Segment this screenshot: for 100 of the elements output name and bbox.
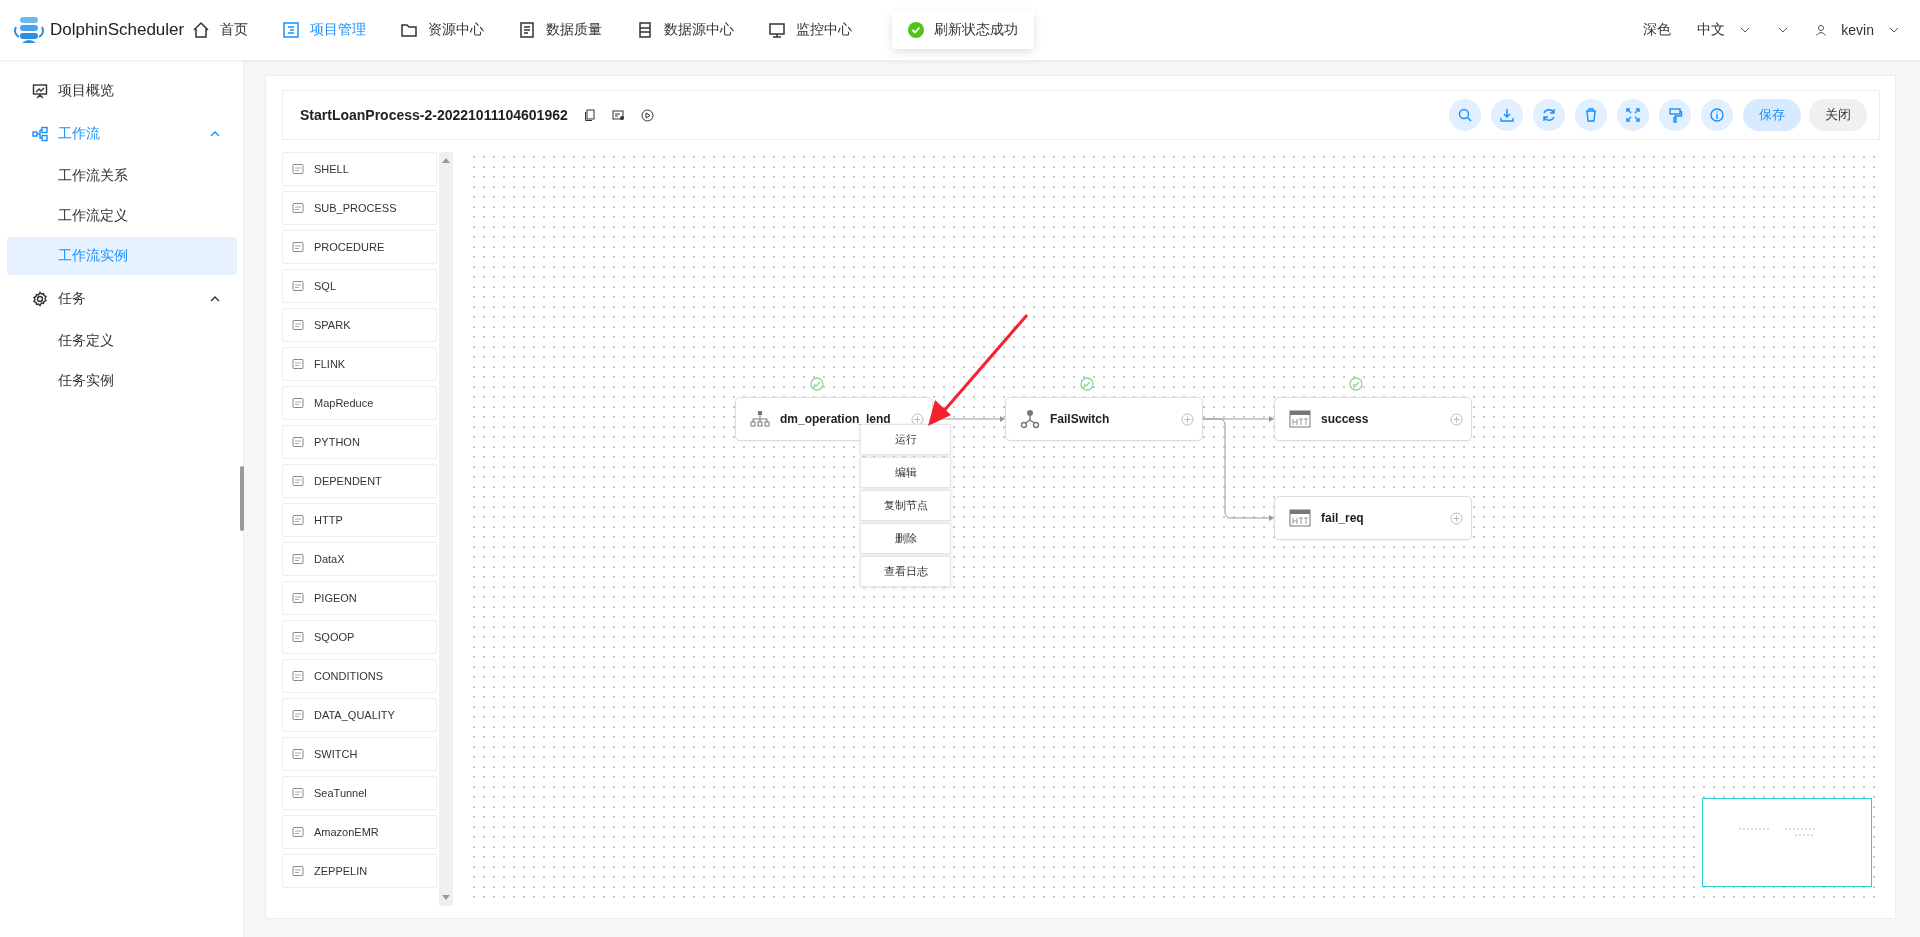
sidebar-subitem[interactable]: 工作流定义 [7,197,237,235]
refresh-icon [1541,107,1557,123]
flowchart-icon [32,125,48,142]
fullscreen-button[interactable] [1617,99,1649,131]
database-icon [636,21,654,39]
task-icon [292,787,304,799]
task-type-item[interactable]: DEPENDENT [282,464,437,498]
nav-item[interactable]: 资源中心 [400,10,484,50]
task-type-item[interactable]: SQOOP [282,620,437,654]
task-type-item[interactable]: DataX [282,542,437,576]
task-type-item[interactable]: FLINK [282,347,437,381]
format-button[interactable] [1659,99,1691,131]
task-type-item[interactable]: PIGEON [282,581,437,615]
user-menu[interactable]: kevin [1841,22,1874,38]
web-window-icon [1289,410,1311,428]
task-node[interactable]: FailSwitch [1005,397,1203,441]
info-button[interactable] [1701,99,1733,131]
context-menu-item[interactable]: 运行 [860,424,951,455]
task-type-item[interactable]: PYTHON [282,425,437,459]
paint-roller-icon [1667,107,1683,123]
task-node[interactable]: success [1274,397,1472,441]
context-menu-item[interactable]: 复制节点 [860,490,951,521]
nav-item[interactable]: 首页 [192,10,248,50]
task-type-item[interactable]: AmazonEMR [282,815,437,849]
scroll-up-icon[interactable] [442,157,450,163]
search-icon [1457,107,1473,123]
task-type-item[interactable]: SWITCH [282,737,437,771]
task-icon [292,280,304,292]
context-menu-item[interactable]: 删除 [860,523,951,554]
branch-icon [1020,409,1040,429]
web-window-icon [1289,509,1311,527]
monitor-icon [768,21,786,39]
task-icon [292,358,304,370]
task-type-item[interactable]: SQL [282,269,437,303]
theme-toggle[interactable]: 深色 [1643,21,1672,39]
status-toast: 刷新状态成功 [892,11,1034,49]
task-type-item[interactable]: CONDITIONS [282,659,437,693]
sidebar-subitem[interactable]: 工作流关系 [7,157,237,195]
task-icon [292,163,304,175]
task-type-item[interactable]: PROCEDURE [282,230,437,264]
nav-item[interactable]: 数据源中心 [636,10,734,50]
sidebar-subitem[interactable]: 任务定义 [7,322,237,360]
search-button[interactable] [1449,99,1481,131]
document-icon [518,21,536,39]
play-icon[interactable] [640,108,654,122]
add-icon[interactable] [911,412,924,426]
context-menu-item[interactable]: 查看日志 [860,556,951,587]
scroll-down-icon[interactable] [442,895,450,901]
download-icon [1499,107,1515,123]
task-icon [292,319,304,331]
workflow-title: StartLoanProcess-2-20221011104601962 [300,107,568,123]
task-icon [292,553,304,565]
edit-icon[interactable] [611,109,625,121]
task-icon [292,202,304,214]
app-name: DolphinScheduler [50,20,185,40]
task-type-item[interactable]: SUB_PROCESS [282,191,437,225]
folder-icon [400,21,418,39]
add-icon[interactable] [1450,412,1463,426]
task-icon [292,865,304,877]
task-icon [292,826,304,838]
task-icon [292,592,304,604]
sidebar-item[interactable]: 任务 [0,277,243,320]
task-icon [292,670,304,682]
task-icon [292,748,304,760]
task-type-item[interactable]: MapReduce [282,386,437,420]
task-type-item[interactable]: ZEPPELIN [282,854,437,888]
document-icon [282,21,300,39]
add-icon[interactable] [1181,412,1194,426]
scrollbar[interactable] [439,152,453,906]
sidebar-item[interactable]: 项目概览 [0,69,243,112]
language-dropdown[interactable]: 中文 [1697,21,1726,39]
task-type-item[interactable]: HTTP [282,503,437,537]
task-icon [292,397,304,409]
settings-icon [32,290,48,307]
context-menu-item[interactable]: 编辑 [860,457,951,488]
info-icon [1709,107,1725,123]
add-icon[interactable] [1450,511,1463,525]
nav-item[interactable]: 监控中心 [768,10,852,50]
success-icon [908,22,924,38]
expand-icon [1625,107,1641,123]
task-node[interactable]: fail_req [1274,496,1472,540]
task-type-item[interactable]: SPARK [282,308,437,342]
task-icon [292,241,304,253]
sidebar-subitem[interactable]: 任务实例 [7,362,237,400]
task-icon [292,436,304,448]
home-icon [192,21,210,39]
task-type-item[interactable]: SeaTunnel [282,776,437,810]
user-icon[interactable] [1815,24,1828,36]
task-icon [292,475,304,487]
task-type-item[interactable]: DATA_QUALITY [282,698,437,732]
delete-button[interactable] [1575,99,1607,131]
task-icon [292,631,304,643]
download-button[interactable] [1491,99,1523,131]
nav-item[interactable]: 数据质量 [518,10,602,50]
task-type-item[interactable]: SHELL [282,152,437,186]
presentation-icon [32,82,48,99]
close-button[interactable]: 关闭 [1809,99,1867,131]
task-icon [292,709,304,721]
copy-icon[interactable] [583,109,596,121]
refresh-button[interactable] [1533,99,1565,131]
